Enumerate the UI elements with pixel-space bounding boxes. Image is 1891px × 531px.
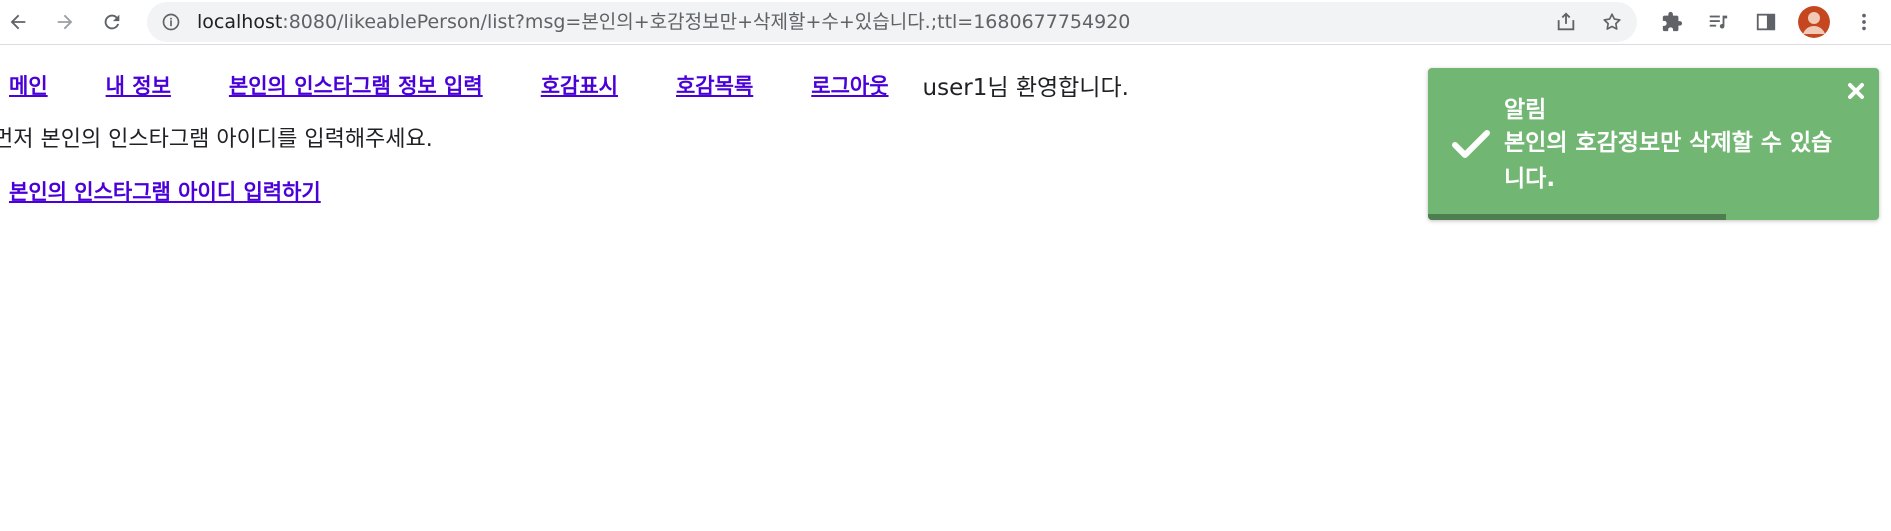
toast-notification: 알림 본인의 호감정보만 삭제할 수 있습니다. bbox=[1428, 68, 1879, 220]
close-icon[interactable] bbox=[1845, 80, 1867, 102]
instruction-message: 먼저 본인의 인스타그램 아이디를 입력해주세요. bbox=[0, 127, 433, 152]
url-text[interactable]: localhost:8080/likeablePerson/list?msg=본… bbox=[197, 12, 1130, 32]
media-playlist-icon bbox=[1707, 11, 1729, 33]
nav-link-my-info[interactable]: 내 정보 bbox=[106, 70, 171, 100]
side-panel-button[interactable] bbox=[1748, 4, 1784, 40]
welcome-text: user1님 환영합니다. bbox=[922, 75, 1129, 101]
profile-avatar[interactable] bbox=[1798, 6, 1830, 38]
reload-button[interactable] bbox=[94, 4, 130, 40]
kebab-menu-icon bbox=[1853, 11, 1875, 33]
main-nav: 메인 내 정보 본인의 인스타그램 정보 입력 호감표시 호감목록 로그아웃 u… bbox=[9, 68, 1129, 102]
browser-toolbar: localhost:8080/likeablePerson/list?msg=본… bbox=[0, 0, 1891, 45]
reload-icon bbox=[101, 11, 123, 33]
address-bar[interactable]: localhost:8080/likeablePerson/list?msg=본… bbox=[147, 2, 1637, 42]
instagram-id-input-link[interactable]: 본인의 인스타그램 아이디 입력하기 bbox=[9, 176, 321, 206]
forward-button[interactable] bbox=[47, 4, 83, 40]
toast-message: 본인의 호감정보만 삭제할 수 있습니다. bbox=[1504, 130, 1833, 192]
arrow-left-icon bbox=[7, 11, 29, 33]
info-icon[interactable] bbox=[161, 12, 181, 32]
media-button[interactable] bbox=[1700, 4, 1736, 40]
back-button[interactable] bbox=[0, 4, 36, 40]
extensions-button[interactable] bbox=[1654, 4, 1690, 40]
nav-link-instagram-info[interactable]: 본인의 인스타그램 정보 입력 bbox=[229, 70, 483, 100]
puzzle-icon bbox=[1661, 11, 1683, 33]
nav-link-like-list[interactable]: 호감목록 bbox=[676, 70, 753, 100]
share-icon[interactable] bbox=[1552, 8, 1580, 36]
nav-link-like[interactable]: 호감표시 bbox=[541, 70, 618, 100]
toast-title: 알림 bbox=[1504, 97, 1547, 123]
toast-progress-track bbox=[1428, 214, 1879, 220]
nav-link-logout[interactable]: 로그아웃 bbox=[811, 70, 888, 100]
checkmark-icon bbox=[1450, 123, 1492, 165]
side-panel-icon bbox=[1755, 11, 1777, 33]
star-icon[interactable] bbox=[1598, 8, 1626, 36]
url-path: :8080/likeablePerson/list?msg=본인의+호감정보만+… bbox=[282, 11, 1131, 33]
nav-link-main[interactable]: 메인 bbox=[9, 70, 48, 100]
url-host: localhost bbox=[197, 11, 283, 33]
toast-progress-bar bbox=[1428, 214, 1726, 220]
browser-menu-button[interactable] bbox=[1846, 4, 1882, 40]
arrow-right-icon bbox=[54, 11, 76, 33]
